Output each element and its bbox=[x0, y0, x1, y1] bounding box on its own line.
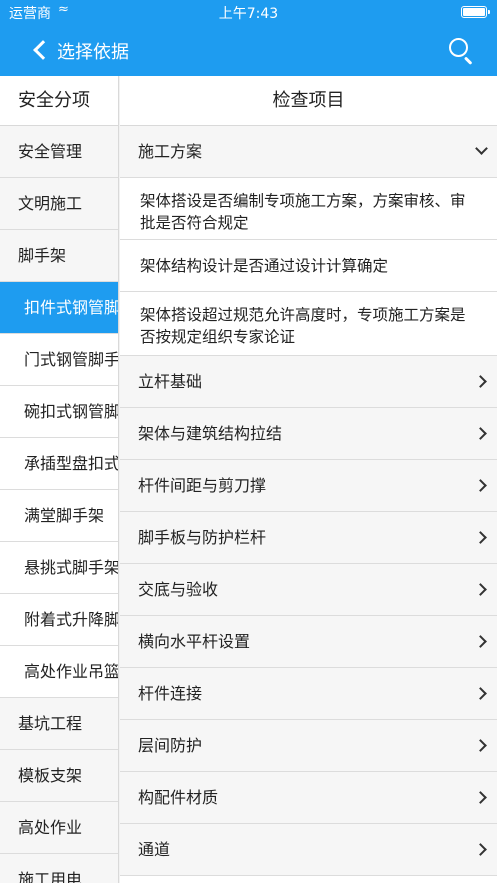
top-bar: 运营商 ≈ 上午7:43 选择依据 bbox=[0, 0, 497, 76]
chevron-right-icon bbox=[474, 791, 487, 804]
group-expanded[interactable]: 施工方案 bbox=[120, 126, 497, 178]
group-label: 横向水平杆设置 bbox=[138, 632, 251, 651]
sidebar-item[interactable]: 高处作业 bbox=[0, 802, 118, 854]
back-button[interactable]: 选择依据 bbox=[30, 36, 140, 64]
group-label: 构配件材质 bbox=[138, 788, 219, 807]
sidebar-item[interactable]: 基坑工程 bbox=[0, 698, 118, 750]
chevron-right-icon bbox=[474, 739, 487, 752]
group-label: 层间防护 bbox=[138, 736, 203, 755]
nav-bar: 选择依据 bbox=[0, 24, 497, 76]
sidebar-subitem[interactable]: 门式钢管脚手架 bbox=[0, 334, 118, 386]
group-label: 杆件连接 bbox=[138, 684, 203, 703]
search-icon bbox=[449, 38, 468, 57]
category-list: 安全管理文明施工脚手架扣件式钢管脚手架门式钢管脚手架碗扣式钢管脚手架承插型盘扣式… bbox=[0, 126, 118, 883]
sidebar-item[interactable]: 安全管理 bbox=[0, 126, 118, 178]
sidebar-subitem[interactable]: 碗扣式钢管脚手架 bbox=[0, 386, 118, 438]
sidebar-subitem[interactable]: 附着式升降脚手架 bbox=[0, 594, 118, 646]
inspection-item[interactable]: 架体结构设计是否通过设计计算确定 bbox=[120, 240, 497, 292]
chevron-down-icon bbox=[475, 142, 488, 155]
search-button[interactable] bbox=[447, 36, 475, 65]
chevron-right-icon bbox=[474, 635, 487, 648]
group-row[interactable]: 架体与建筑结构拉结 bbox=[120, 408, 497, 460]
group-row[interactable]: 杆件间距与剪刀撑 bbox=[120, 460, 497, 512]
sidebar-subitem[interactable]: 承插型盘扣式钢管脚手架 bbox=[0, 438, 118, 490]
group-row[interactable]: 立杆基础 bbox=[120, 356, 497, 408]
group-label: 杆件间距与剪刀撑 bbox=[138, 476, 267, 495]
battery-icon bbox=[461, 6, 490, 18]
group-label: 架体与建筑结构拉结 bbox=[138, 424, 283, 443]
group-label: 施工方案 bbox=[138, 142, 203, 161]
category-header: 安全分项 bbox=[0, 76, 118, 126]
sidebar-subitem[interactable]: 高处作业吊篮 bbox=[0, 646, 118, 698]
chevron-right-icon bbox=[474, 531, 487, 544]
inspection-item[interactable]: 架体搭设超过规范允许高度时，专项施工方案是否按规定组织专家论证 bbox=[120, 292, 497, 356]
inspection-panel[interactable]: 检查项目 施工方案 架体搭设是否编制专项施工方案，方案审核、审批是否符合规定 架… bbox=[120, 76, 497, 883]
chevron-right-icon bbox=[474, 375, 487, 388]
search-icon-handle bbox=[463, 56, 473, 65]
sidebar-item[interactable]: 模板支架 bbox=[0, 750, 118, 802]
sidebar-item[interactable]: 脚手架 bbox=[0, 230, 118, 282]
group-row[interactable]: 脚手板与防护栏杆 bbox=[120, 512, 497, 564]
group-row[interactable]: 构配件材质 bbox=[120, 772, 497, 824]
group-row[interactable]: 通道 bbox=[120, 824, 497, 876]
page-title: 选择依据 bbox=[57, 42, 129, 63]
status-time: 上午7:43 bbox=[218, 6, 279, 22]
group-row[interactable]: 层间防护 bbox=[120, 720, 497, 772]
sidebar-subitem[interactable]: 悬挑式脚手架 bbox=[0, 542, 118, 594]
group-label: 交底与验收 bbox=[138, 580, 219, 599]
sidebar-item[interactable]: 施工用电 bbox=[0, 854, 118, 883]
group-list: 立杆基础架体与建筑结构拉结 杆件间距与剪刀撑 脚手板与防护栏杆 交底与验收横向水平杆设… bbox=[120, 356, 497, 876]
group-label: 通道 bbox=[138, 840, 171, 859]
chevron-right-icon bbox=[474, 427, 487, 440]
group-label: 脚手板与防护栏杆 bbox=[138, 528, 267, 547]
inspection-header: 检查项目 bbox=[120, 76, 497, 126]
chevron-right-icon bbox=[474, 583, 487, 596]
chevron-right-icon bbox=[474, 479, 487, 492]
group-row[interactable]: 杆件连接 bbox=[120, 668, 497, 720]
inspection-item[interactable]: 架体搭设是否编制专项施工方案，方案审核、审批是否符合规定 bbox=[120, 178, 497, 240]
sidebar-subitem[interactable]: 满堂脚手架 bbox=[0, 490, 118, 542]
sidebar-item[interactable]: 文明施工 bbox=[0, 178, 118, 230]
sidebar-subitem[interactable]: 扣件式钢管脚手架 bbox=[0, 282, 118, 334]
chevron-right-icon bbox=[474, 687, 487, 700]
group-label: 立杆基础 bbox=[138, 372, 203, 391]
chevron-right-icon bbox=[474, 843, 487, 856]
chevron-left-icon bbox=[33, 40, 53, 60]
status-bar: 运营商 ≈ 上午7:43 bbox=[0, 0, 497, 24]
category-sidebar[interactable]: 安全分项 安全管理文明施工脚手架扣件式钢管脚手架门式钢管脚手架碗扣式钢管脚手架承… bbox=[0, 76, 119, 883]
group-row[interactable]: 横向水平杆设置 bbox=[120, 616, 497, 668]
group-row[interactable]: 交底与验收 bbox=[120, 564, 497, 616]
